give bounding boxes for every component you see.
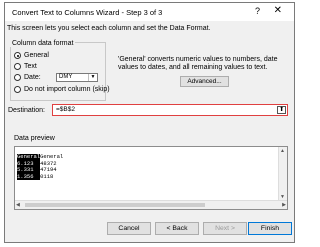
general-radio-option[interactable]: General bbox=[14, 52, 49, 59]
general-radio-label: General bbox=[24, 52, 49, 59]
dialog-title: Convert Text to Columns Wizard - Step 3 … bbox=[12, 8, 163, 17]
skip-radio-option[interactable]: Do not import column (skip) bbox=[14, 86, 110, 93]
column-data-format-label: Column data format bbox=[10, 40, 76, 47]
collapse-dialog-icon[interactable]: ⬆ bbox=[277, 106, 286, 114]
finish-button[interactable]: Finish bbox=[248, 222, 292, 235]
destination-input[interactable]: =$B$2 ⬆ bbox=[52, 104, 288, 116]
destination-value: =$B$2 bbox=[56, 106, 75, 113]
preview-cell: 1.356 bbox=[17, 173, 41, 180]
horizontal-scroll-thumb[interactable] bbox=[25, 203, 205, 207]
title-bar: Convert Text to Columns Wizard - Step 3 … bbox=[5, 3, 294, 21]
preview-table: General General 6.123 48372 5.331 47194 … bbox=[17, 153, 63, 180]
advanced-button[interactable]: Advanced... bbox=[180, 76, 229, 87]
text-radio-option[interactable]: Text bbox=[14, 63, 37, 70]
close-icon[interactable]: ✕ bbox=[274, 5, 282, 16]
scroll-right-icon[interactable]: ▶ bbox=[282, 202, 286, 208]
skip-radio-label: Do not import column (skip) bbox=[24, 86, 110, 93]
back-button[interactable]: < Back bbox=[155, 222, 199, 235]
help-icon[interactable]: ? bbox=[255, 6, 260, 16]
skip-radio[interactable] bbox=[14, 86, 21, 93]
date-format-select[interactable]: DMY ▼ bbox=[56, 73, 98, 82]
instructions-text: This screen lets you select each column … bbox=[7, 25, 211, 32]
date-format-value: DMY bbox=[59, 74, 73, 80]
destination-label: Destination: bbox=[8, 107, 45, 114]
format-description: 'General' converts numeric values to num… bbox=[118, 56, 278, 71]
preview-vertical-scrollbar[interactable]: ▲ ▼ bbox=[278, 147, 287, 201]
cancel-button[interactable]: Cancel bbox=[107, 222, 151, 235]
text-radio[interactable] bbox=[14, 63, 21, 70]
date-radio-option[interactable]: Date: bbox=[14, 74, 41, 81]
data-preview-label: Data preview bbox=[14, 135, 55, 142]
chevron-down-icon[interactable]: ▼ bbox=[88, 74, 97, 81]
date-radio-label: Date: bbox=[24, 74, 41, 81]
data-preview-pane[interactable]: General General 6.123 48372 5.331 47194 … bbox=[14, 146, 288, 210]
scroll-up-icon[interactable]: ▲ bbox=[280, 148, 285, 154]
general-radio[interactable] bbox=[14, 52, 21, 59]
preview-horizontal-scrollbar[interactable]: ◀ ▶ bbox=[15, 200, 287, 209]
scroll-left-icon[interactable]: ◀ bbox=[16, 202, 20, 208]
preview-cell: 0118 bbox=[40, 172, 54, 180]
date-radio[interactable] bbox=[14, 74, 21, 81]
next-button[interactable]: Next > bbox=[203, 222, 247, 235]
preview-row: 1.356 0118 bbox=[17, 172, 63, 180]
text-radio-label: Text bbox=[24, 63, 37, 70]
